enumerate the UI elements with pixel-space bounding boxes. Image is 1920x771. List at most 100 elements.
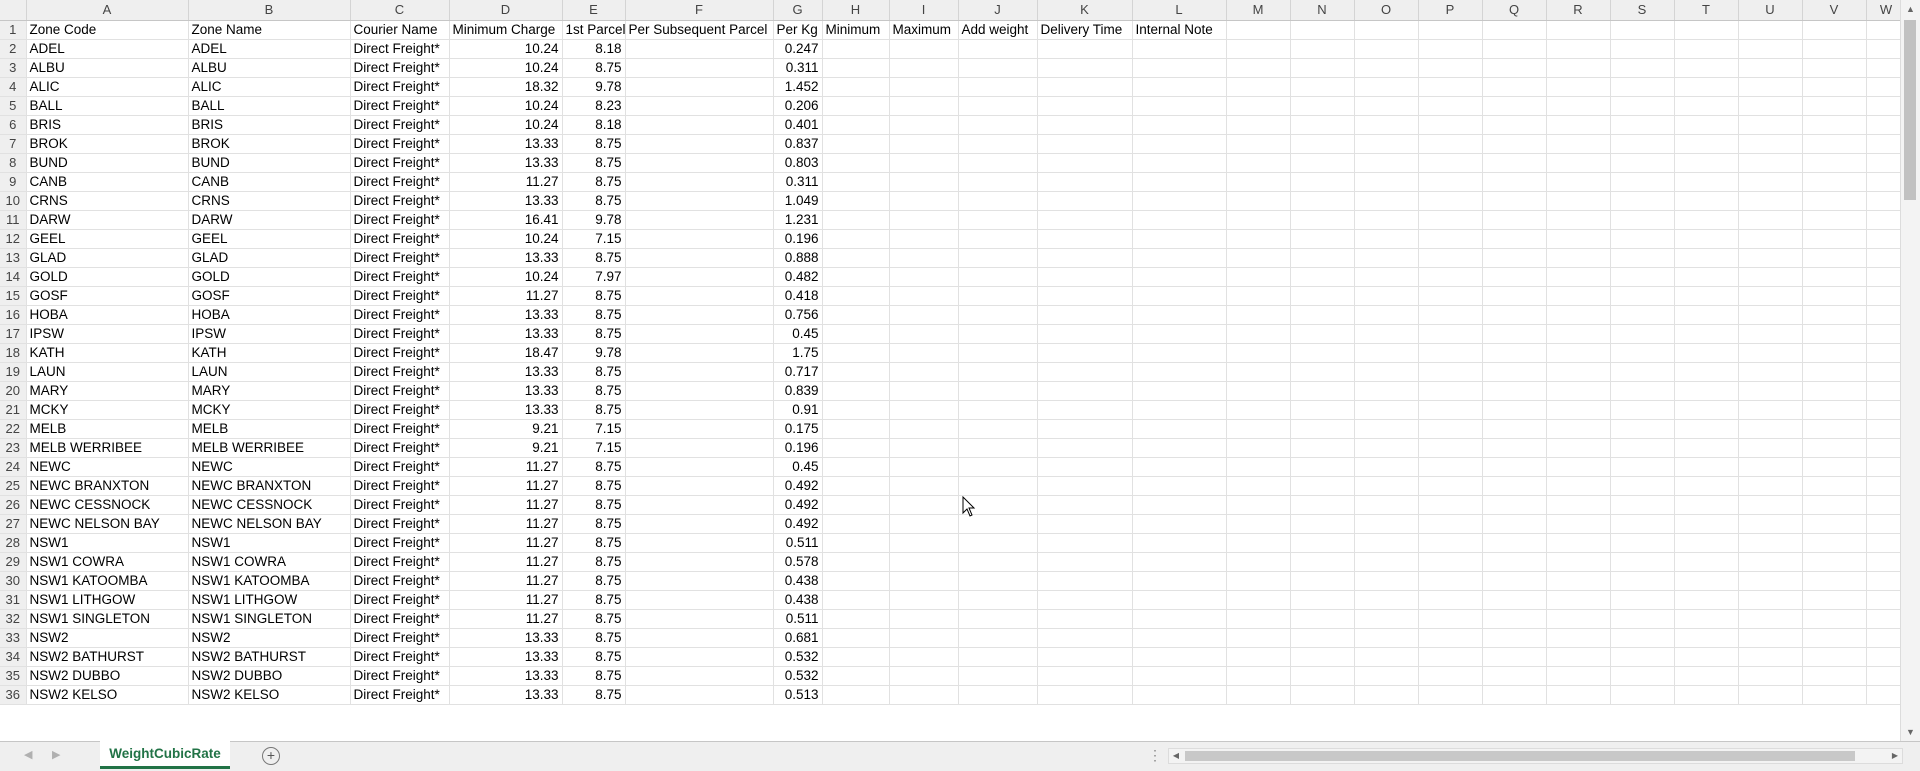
row-header[interactable]: 2 xyxy=(0,39,27,59)
cell-t27[interactable] xyxy=(1674,514,1739,534)
cell-g3[interactable]: 0.311 xyxy=(773,58,823,78)
cell-v10[interactable] xyxy=(1802,191,1867,211)
cell-s7[interactable] xyxy=(1610,134,1675,154)
cell-j1[interactable]: Add weight xyxy=(958,20,1038,40)
cell-m18[interactable] xyxy=(1226,343,1291,363)
cell-e14[interactable]: 7.97 xyxy=(562,267,626,287)
cell-a7[interactable]: BROK xyxy=(26,134,189,154)
cell-o25[interactable] xyxy=(1354,476,1419,496)
cell-k2[interactable] xyxy=(1037,39,1133,59)
cell-n4[interactable] xyxy=(1290,77,1355,97)
cell-h10[interactable] xyxy=(822,191,890,211)
cell-d35[interactable]: 13.33 xyxy=(449,666,563,686)
cell-k17[interactable] xyxy=(1037,324,1133,344)
cell-j16[interactable] xyxy=(958,305,1038,325)
cell-d7[interactable]: 13.33 xyxy=(449,134,563,154)
cell-a18[interactable]: KATH xyxy=(26,343,189,363)
cell-k35[interactable] xyxy=(1037,666,1133,686)
cell-t18[interactable] xyxy=(1674,343,1739,363)
column-header-t[interactable]: T xyxy=(1674,0,1739,21)
cell-v23[interactable] xyxy=(1802,438,1867,458)
cell-e1[interactable]: 1st Parcel xyxy=(562,20,626,40)
cell-r36[interactable] xyxy=(1546,685,1611,705)
cell-b23[interactable]: MELB WERRIBEE xyxy=(188,438,351,458)
cell-i9[interactable] xyxy=(889,172,959,192)
cell-k34[interactable] xyxy=(1037,647,1133,667)
cell-a34[interactable]: NSW2 BATHURST xyxy=(26,647,189,667)
cell-a20[interactable]: MARY xyxy=(26,381,189,401)
cell-s13[interactable] xyxy=(1610,248,1675,268)
cell-v1[interactable] xyxy=(1802,20,1867,40)
cell-m34[interactable] xyxy=(1226,647,1291,667)
cell-u2[interactable] xyxy=(1738,39,1803,59)
cell-o26[interactable] xyxy=(1354,495,1419,515)
cell-q20[interactable] xyxy=(1482,381,1547,401)
column-header-f[interactable]: F xyxy=(625,0,774,21)
cell-o21[interactable] xyxy=(1354,400,1419,420)
cell-q22[interactable] xyxy=(1482,419,1547,439)
cell-g2[interactable]: 0.247 xyxy=(773,39,823,59)
cell-w2[interactable] xyxy=(1866,39,1900,59)
cell-k24[interactable] xyxy=(1037,457,1133,477)
cell-r30[interactable] xyxy=(1546,571,1611,591)
cell-w18[interactable] xyxy=(1866,343,1900,363)
cell-f18[interactable] xyxy=(625,343,774,363)
cell-n20[interactable] xyxy=(1290,381,1355,401)
cell-q30[interactable] xyxy=(1482,571,1547,591)
cell-t34[interactable] xyxy=(1674,647,1739,667)
cell-q26[interactable] xyxy=(1482,495,1547,515)
cell-w27[interactable] xyxy=(1866,514,1900,534)
cell-n31[interactable] xyxy=(1290,590,1355,610)
cell-f6[interactable] xyxy=(625,115,774,135)
cell-e26[interactable]: 8.75 xyxy=(562,495,626,515)
cell-u23[interactable] xyxy=(1738,438,1803,458)
cell-u13[interactable] xyxy=(1738,248,1803,268)
cell-v22[interactable] xyxy=(1802,419,1867,439)
cell-b30[interactable]: NSW1 KATOOMBA xyxy=(188,571,351,591)
cell-u4[interactable] xyxy=(1738,77,1803,97)
cell-l8[interactable] xyxy=(1132,153,1227,173)
cell-s23[interactable] xyxy=(1610,438,1675,458)
cell-v31[interactable] xyxy=(1802,590,1867,610)
cell-b33[interactable]: NSW2 xyxy=(188,628,351,648)
cell-r23[interactable] xyxy=(1546,438,1611,458)
cell-a21[interactable]: MCKY xyxy=(26,400,189,420)
vertical-scrollbar[interactable]: ▲ ▼ xyxy=(1900,0,1920,741)
cell-o12[interactable] xyxy=(1354,229,1419,249)
cell-t30[interactable] xyxy=(1674,571,1739,591)
cell-n5[interactable] xyxy=(1290,96,1355,116)
cell-a1[interactable]: Zone Code xyxy=(26,20,189,40)
cell-i18[interactable] xyxy=(889,343,959,363)
cell-c34[interactable]: Direct Freight* xyxy=(350,647,450,667)
cell-e5[interactable]: 8.23 xyxy=(562,96,626,116)
cell-l25[interactable] xyxy=(1132,476,1227,496)
cell-j6[interactable] xyxy=(958,115,1038,135)
cell-c33[interactable]: Direct Freight* xyxy=(350,628,450,648)
cell-f29[interactable] xyxy=(625,552,774,572)
cell-d23[interactable]: 9.21 xyxy=(449,438,563,458)
cell-c22[interactable]: Direct Freight* xyxy=(350,419,450,439)
cell-s16[interactable] xyxy=(1610,305,1675,325)
cell-b5[interactable]: BALL xyxy=(188,96,351,116)
cell-c4[interactable]: Direct Freight* xyxy=(350,77,450,97)
cell-p9[interactable] xyxy=(1418,172,1483,192)
column-header-n[interactable]: N xyxy=(1290,0,1355,21)
cell-t4[interactable] xyxy=(1674,77,1739,97)
cell-n23[interactable] xyxy=(1290,438,1355,458)
cell-p7[interactable] xyxy=(1418,134,1483,154)
cell-j10[interactable] xyxy=(958,191,1038,211)
cell-d1[interactable]: Minimum Charge xyxy=(449,20,563,40)
cell-c30[interactable]: Direct Freight* xyxy=(350,571,450,591)
cell-h23[interactable] xyxy=(822,438,890,458)
cell-k9[interactable] xyxy=(1037,172,1133,192)
cell-s27[interactable] xyxy=(1610,514,1675,534)
cell-d33[interactable]: 13.33 xyxy=(449,628,563,648)
cell-i29[interactable] xyxy=(889,552,959,572)
cell-s15[interactable] xyxy=(1610,286,1675,306)
cell-d26[interactable]: 11.27 xyxy=(449,495,563,515)
row-header[interactable]: 8 xyxy=(0,153,27,173)
row-header[interactable]: 23 xyxy=(0,438,27,458)
cell-v21[interactable] xyxy=(1802,400,1867,420)
column-header-h[interactable]: H xyxy=(822,0,890,21)
cell-m26[interactable] xyxy=(1226,495,1291,515)
